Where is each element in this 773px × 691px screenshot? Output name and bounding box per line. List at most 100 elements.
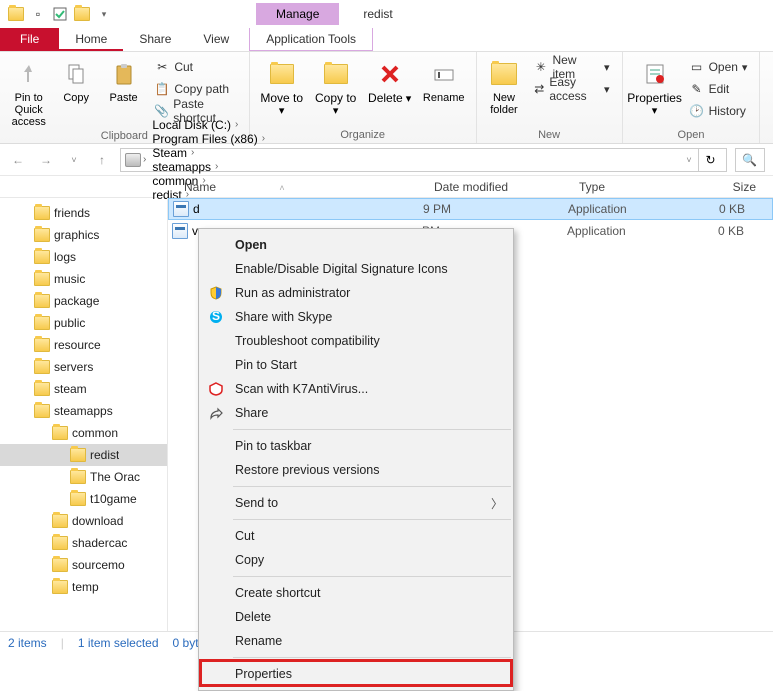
- folder-icon: [34, 338, 50, 352]
- context-item[interactable]: Run as administrator: [199, 281, 513, 305]
- crumb[interactable]: Program Files (x86)›: [148, 132, 269, 146]
- context-separator: [233, 657, 511, 658]
- crumb[interactable]: steamapps›: [148, 160, 269, 174]
- context-item[interactable]: Open: [199, 233, 513, 257]
- contextual-tab-manage[interactable]: Manage: [256, 3, 339, 25]
- tree-item[interactable]: t10game: [0, 488, 167, 510]
- refresh-button[interactable]: ↻: [698, 149, 722, 171]
- open-button[interactable]: ▭Open ▾: [685, 56, 752, 78]
- folder-icon: [52, 514, 68, 528]
- context-item[interactable]: Share: [199, 401, 513, 425]
- checkbox-icon[interactable]: [52, 6, 68, 22]
- history-button[interactable]: 🕑History: [685, 100, 752, 122]
- navigation-tree[interactable]: friendsgraphicslogsmusicpackagepublicres…: [0, 198, 168, 631]
- copy-to-button[interactable]: Copy to ▾: [312, 56, 360, 117]
- properties-button[interactable]: Properties ▾: [631, 56, 679, 117]
- paste-button[interactable]: Paste: [103, 56, 144, 104]
- open-icon: ▭: [689, 59, 705, 75]
- easy-access-button[interactable]: ⇄Easy access ▾: [529, 78, 613, 100]
- context-menu: Open Enable/Disable Digital Signature Ic…: [198, 228, 514, 691]
- folder-icon: [34, 272, 50, 286]
- context-item[interactable]: Cut: [199, 524, 513, 548]
- context-item[interactable]: Delete: [199, 605, 513, 629]
- tree-item[interactable]: The Orac: [0, 466, 167, 488]
- file-row[interactable]: d 9 PM Application 0 KB: [168, 198, 773, 220]
- context-item[interactable]: Troubleshoot compatibility: [199, 329, 513, 353]
- context-separator: [233, 486, 511, 487]
- recent-dropdown[interactable]: ˅: [64, 150, 84, 170]
- tab-file[interactable]: File: [0, 28, 59, 51]
- folder-icon: [34, 294, 50, 308]
- tree-item[interactable]: shadercac: [0, 532, 167, 554]
- column-size[interactable]: Size: [704, 180, 764, 194]
- file-name: d: [193, 202, 423, 216]
- breadcrumb-dropdown[interactable]: ˅: [682, 150, 696, 170]
- tab-view[interactable]: View: [187, 28, 245, 51]
- search-input[interactable]: 🔍: [735, 148, 765, 172]
- rename-button[interactable]: Rename: [420, 56, 468, 104]
- group-label-open: Open: [631, 127, 752, 141]
- context-label: Restore previous versions: [235, 463, 503, 477]
- tree-item[interactable]: sourcemo: [0, 554, 167, 576]
- tree-item[interactable]: temp: [0, 576, 167, 598]
- folder-icon: [8, 6, 24, 22]
- blank-icon: [207, 461, 225, 479]
- context-item[interactable]: Send to 〉: [199, 491, 513, 515]
- tab-application-tools[interactable]: Application Tools: [249, 28, 373, 51]
- blank-icon: [207, 551, 225, 569]
- forward-button[interactable]: →: [36, 150, 56, 170]
- tree-item[interactable]: download: [0, 510, 167, 532]
- context-item[interactable]: Scan with K7AntiVirus...: [199, 377, 513, 401]
- tree-item[interactable]: logs: [0, 246, 167, 268]
- tree-item[interactable]: graphics: [0, 224, 167, 246]
- tree-item[interactable]: common: [0, 422, 167, 444]
- tree-label: download: [72, 514, 123, 528]
- tab-home[interactable]: Home: [59, 28, 123, 51]
- k7-icon: [207, 380, 225, 398]
- column-type[interactable]: Type: [579, 180, 704, 194]
- breadcrumb[interactable]: › Local Disk (C:)›Program Files (x86)›St…: [120, 148, 727, 172]
- file-date: 9 PM: [423, 202, 568, 216]
- delete-button[interactable]: Delete ▾: [366, 56, 414, 105]
- tree-item[interactable]: steamapps: [0, 400, 167, 422]
- paste-icon: [108, 58, 140, 90]
- submenu-arrow-icon: 〉: [491, 495, 503, 512]
- column-headers[interactable]: Name ˄ Date modified Type Size: [0, 176, 773, 198]
- pin-quick-access-button[interactable]: Pin to Quick access: [8, 56, 49, 128]
- tree-item[interactable]: redist: [0, 444, 167, 466]
- tree-item[interactable]: steam: [0, 378, 167, 400]
- context-item[interactable]: Restore previous versions: [199, 458, 513, 482]
- column-date[interactable]: Date modified: [434, 180, 579, 194]
- context-item[interactable]: Enable/Disable Digital Signature Icons: [199, 257, 513, 281]
- up-button[interactable]: ↑: [92, 150, 112, 170]
- context-item[interactable]: Create shortcut: [199, 581, 513, 605]
- tree-item[interactable]: music: [0, 268, 167, 290]
- tree-item[interactable]: friends: [0, 202, 167, 224]
- new-folder-button[interactable]: New folder: [485, 56, 524, 116]
- select-none-button[interactable]: [768, 78, 773, 100]
- move-to-button[interactable]: Move to ▾: [258, 56, 306, 117]
- context-item[interactable]: Pin to taskbar: [199, 434, 513, 458]
- tab-share[interactable]: Share: [123, 28, 187, 51]
- tree-item[interactable]: public: [0, 312, 167, 334]
- crumb[interactable]: Steam›: [148, 146, 269, 160]
- context-item[interactable]: Rename: [199, 629, 513, 653]
- context-item[interactable]: Pin to Start: [199, 353, 513, 377]
- tree-item[interactable]: package: [0, 290, 167, 312]
- tree-item[interactable]: resource: [0, 334, 167, 356]
- qat-dropdown-icon[interactable]: ▾: [96, 6, 112, 22]
- cut-button[interactable]: ✂Cut: [150, 56, 240, 78]
- context-item[interactable]: S Share with Skype: [199, 305, 513, 329]
- copy-button[interactable]: Copy: [55, 56, 96, 104]
- column-name[interactable]: Name: [184, 180, 216, 194]
- blank-icon: [207, 494, 225, 512]
- edit-button[interactable]: ✎Edit: [685, 78, 752, 100]
- context-item[interactable]: Copy: [199, 548, 513, 572]
- back-button[interactable]: ←: [8, 150, 28, 170]
- select-all-button[interactable]: Se: [768, 56, 773, 78]
- group-select: Se: [760, 52, 773, 143]
- crumb[interactable]: Local Disk (C:)›: [148, 118, 269, 132]
- tree-item[interactable]: servers: [0, 356, 167, 378]
- context-item[interactable]: Properties: [199, 662, 513, 686]
- invert-selection-button[interactable]: [768, 100, 773, 122]
